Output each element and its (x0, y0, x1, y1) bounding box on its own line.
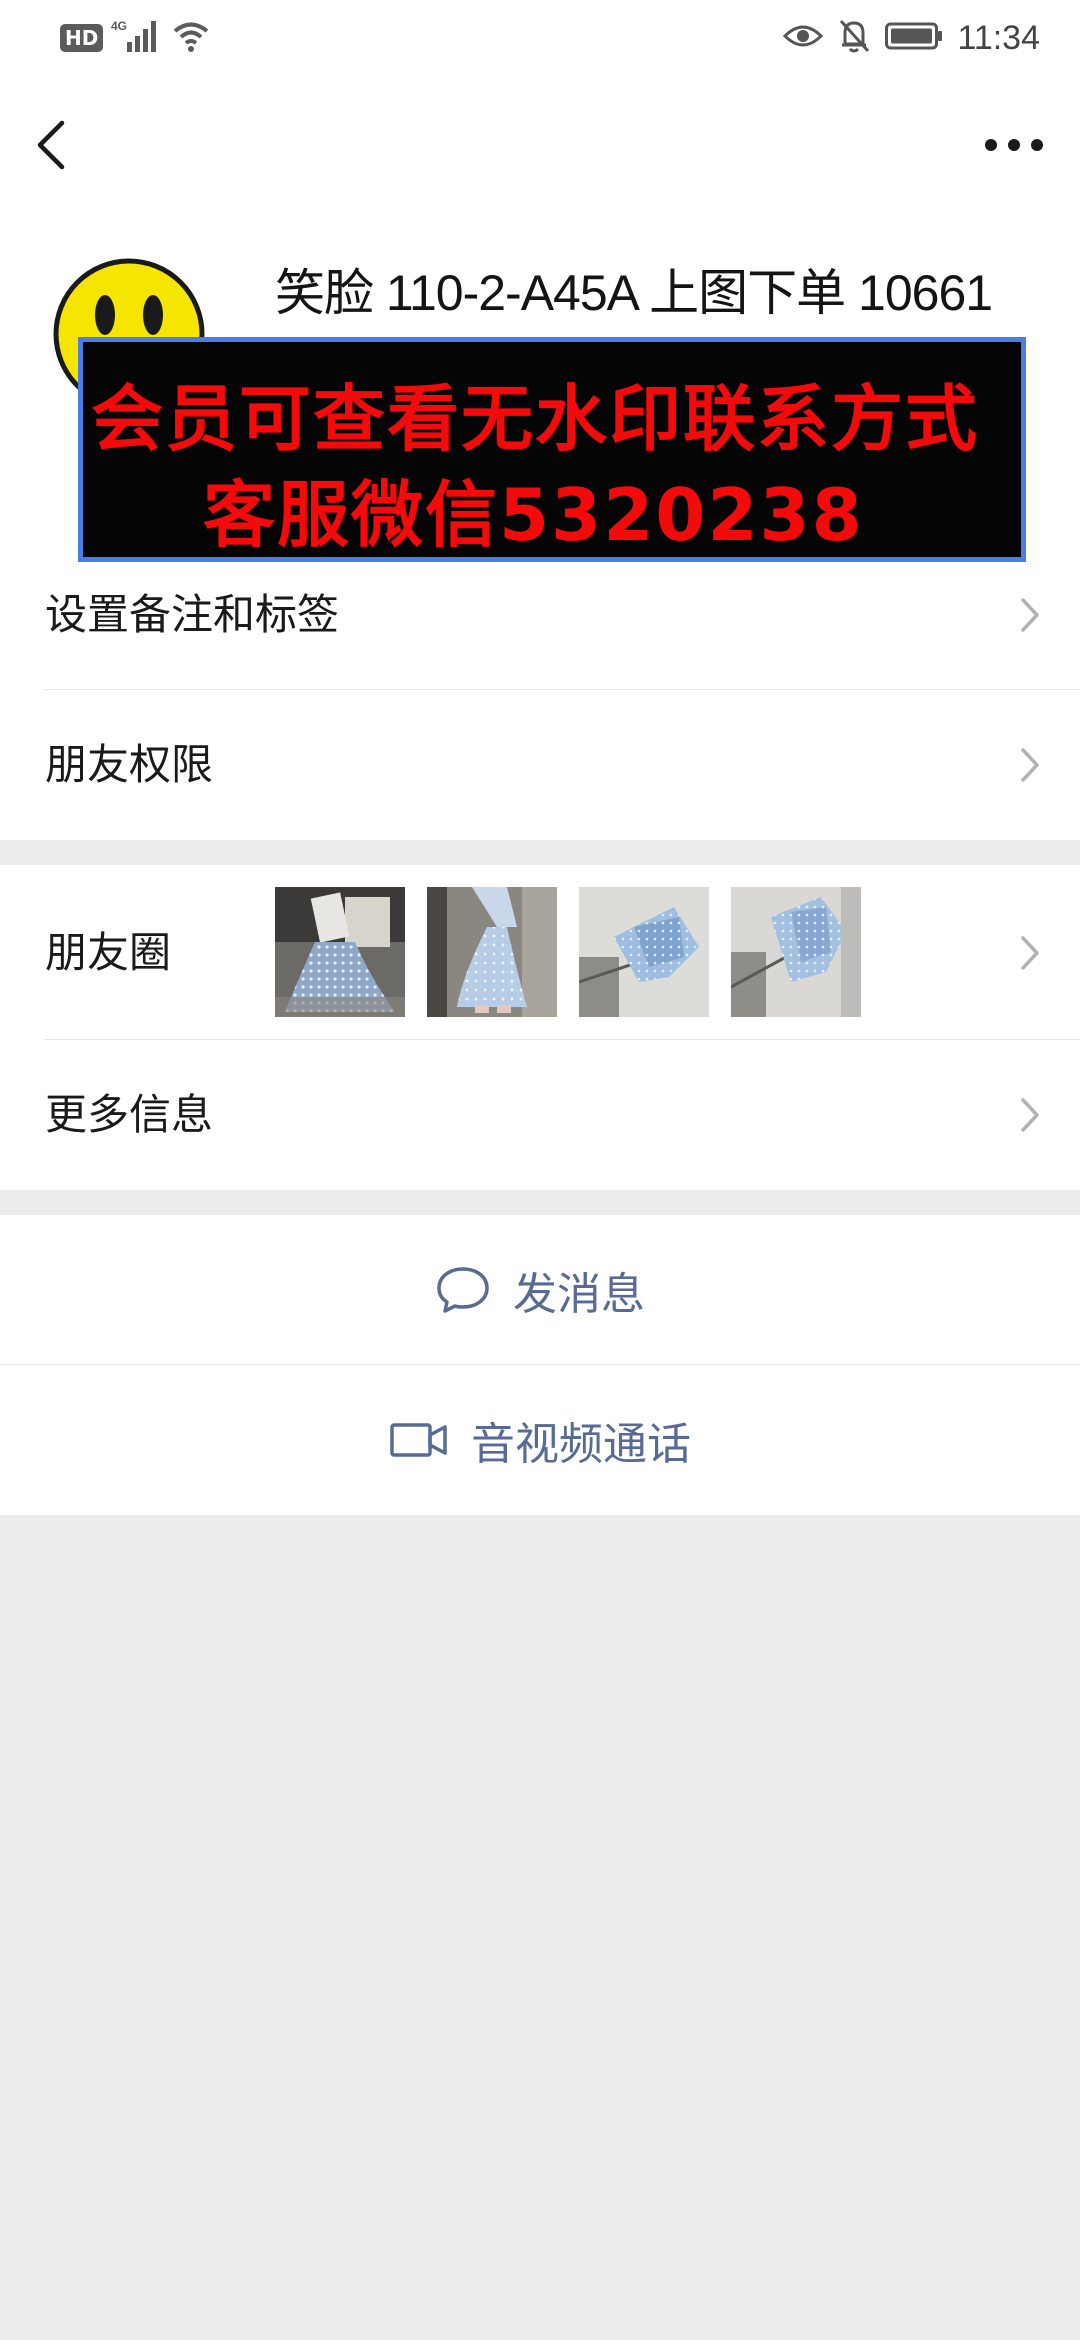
navigation-bar (0, 75, 1080, 205)
chevron-right-icon (1021, 1098, 1039, 1132)
wifi-icon (171, 18, 211, 58)
friend-permissions-label: 朋友权限 (45, 740, 214, 789)
moments-thumbnails (275, 887, 861, 1017)
hd-badge: HD (60, 24, 104, 52)
video-camera-icon (390, 1423, 447, 1457)
contact-profile-screen: HD 4G 11:34 笑脸 110-2-A45A 上图下单 10661 会员可… (0, 0, 1080, 2340)
actions-group: 发消息 音视频通话 (0, 1215, 1080, 1515)
status-time: 11:34 (957, 18, 1040, 57)
status-bar: HD 4G 11:34 (0, 0, 1080, 75)
info-group: 朋友圈 更多信息 (0, 865, 1080, 1190)
set-remark-and-tags-row[interactable]: 设置备注和标签 (0, 540, 1080, 690)
battery-icon (885, 22, 943, 54)
watermark-line2: 客服微信5320238 (203, 473, 864, 557)
video-call-label: 音视频通话 (471, 1419, 691, 1470)
set-remark-label: 设置备注和标签 (45, 590, 340, 639)
chevron-left-icon (37, 120, 65, 170)
status-bar-right: 11:34 (783, 14, 1040, 62)
settings-group: 设置备注和标签 朋友权限 (0, 540, 1080, 840)
moments-thumbnail-1[interactable] (275, 887, 405, 1017)
friend-permissions-row[interactable]: 朋友权限 (0, 690, 1080, 840)
watermark-line1: 会员可查看无水印联系方式 (91, 377, 980, 461)
signal-icon: 4G (111, 18, 163, 58)
more-dots-icon (985, 139, 1043, 151)
send-message-label: 发消息 (513, 1269, 645, 1320)
eye-icon (783, 22, 824, 54)
chevron-right-icon (1021, 748, 1039, 782)
back-button[interactable] (28, 115, 78, 175)
moments-thumbnail-2[interactable] (427, 887, 557, 1017)
profile-header: 笑脸 110-2-A45A 上图下单 10661 会员可查看无水印联系方式 客服… (0, 205, 1080, 562)
chevron-right-icon (1021, 936, 1039, 970)
status-bar-left: HD 4G (60, 18, 211, 58)
moments-label: 朋友圈 (45, 928, 172, 977)
moments-thumbnail-3[interactable] (579, 887, 709, 1017)
video-call-button[interactable]: 音视频通话 (0, 1365, 1080, 1515)
moments-row[interactable]: 朋友圈 (0, 865, 1080, 1040)
chat-bubble-icon (437, 1267, 489, 1313)
more-info-row[interactable]: 更多信息 (0, 1040, 1080, 1190)
more-options-button[interactable] (980, 125, 1050, 165)
watermark-banner: 会员可查看无水印联系方式 客服微信5320238 (78, 337, 1026, 562)
contact-name: 笑脸 110-2-A45A 上图下单 10661 (275, 265, 993, 321)
more-info-label: 更多信息 (45, 1090, 214, 1139)
moments-thumbnail-4[interactable] (731, 887, 861, 1017)
network-type-label: 4G (111, 19, 127, 33)
chevron-right-icon (1021, 598, 1039, 632)
send-message-button[interactable]: 发消息 (0, 1215, 1080, 1365)
bell-muted-icon (837, 18, 871, 58)
